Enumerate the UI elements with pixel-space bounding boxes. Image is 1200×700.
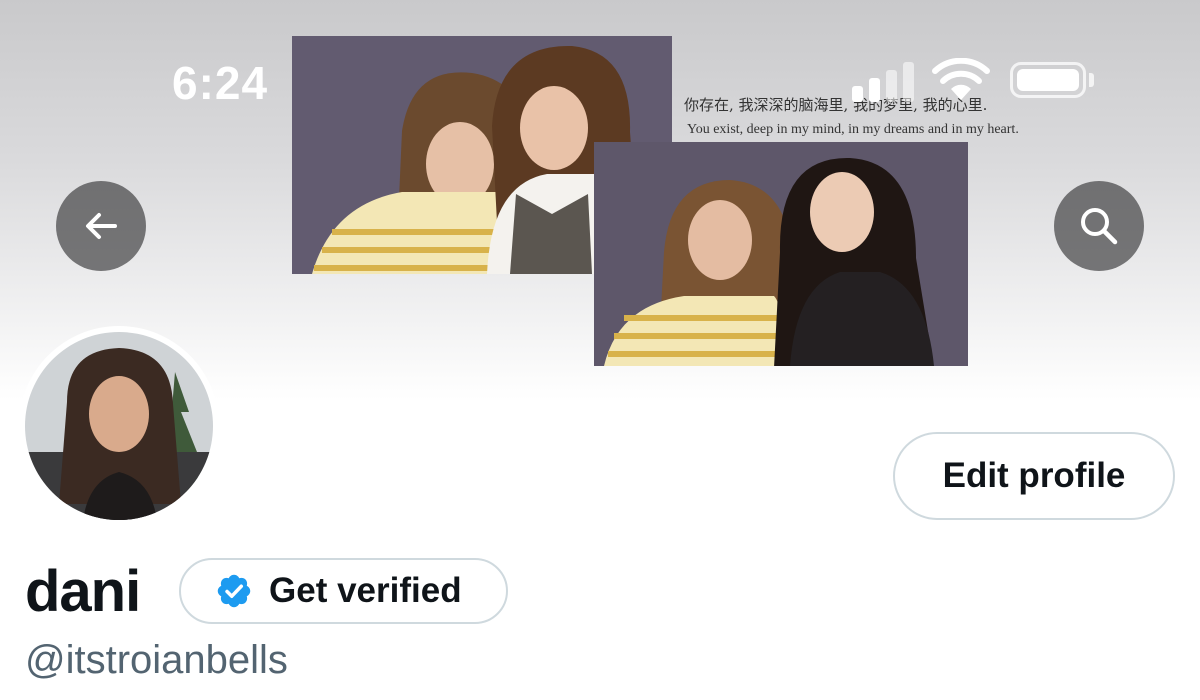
display-name: dani bbox=[25, 559, 141, 624]
get-verified-label: Get verified bbox=[269, 571, 462, 610]
search-icon bbox=[1081, 208, 1118, 245]
battery-icon bbox=[1010, 62, 1086, 98]
get-verified-button[interactable]: Get verified bbox=[179, 558, 508, 624]
verified-badge-icon bbox=[215, 572, 253, 610]
avatar[interactable] bbox=[19, 326, 219, 526]
wifi-icon bbox=[932, 57, 990, 102]
edit-profile-button[interactable]: Edit profile bbox=[893, 432, 1175, 520]
search-button[interactable] bbox=[1054, 181, 1144, 271]
back-button[interactable] bbox=[56, 181, 146, 271]
arrow-left-icon bbox=[86, 213, 117, 239]
banner-caption-english: You exist, deep in my mind, in my dreams… bbox=[687, 122, 1019, 137]
cellular-signal-icon bbox=[852, 60, 914, 102]
battery-nub bbox=[1089, 73, 1094, 87]
status-time: 6:24 bbox=[172, 57, 269, 109]
user-handle: @itstroianbells bbox=[25, 638, 288, 682]
banner-photo-2 bbox=[594, 142, 968, 366]
